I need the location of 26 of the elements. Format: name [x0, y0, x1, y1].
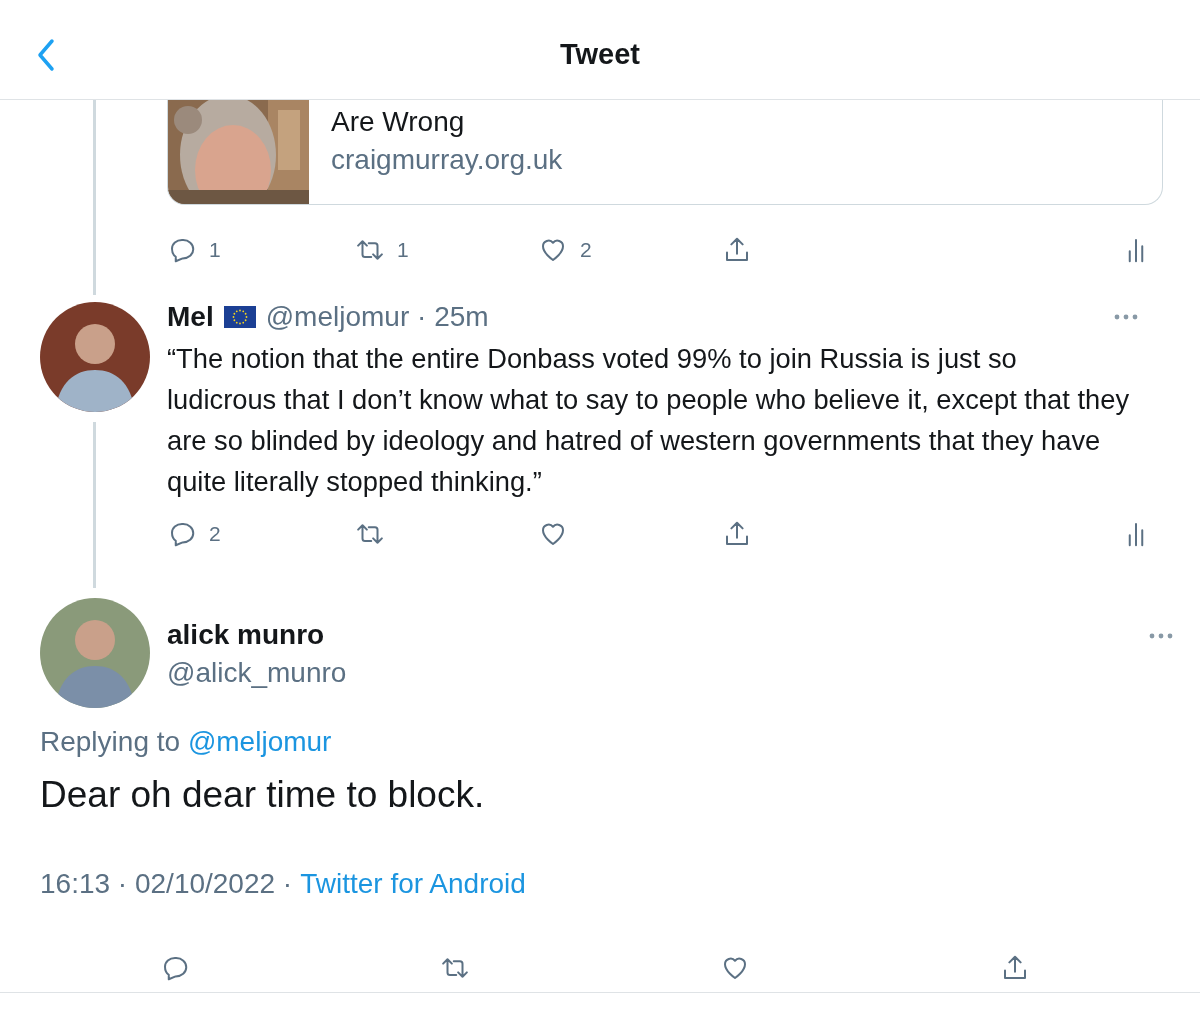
count: 2	[580, 238, 592, 262]
more-icon[interactable]	[1148, 632, 1174, 640]
more-icon[interactable]	[1113, 313, 1139, 321]
retweet-button[interactable]: 1	[355, 235, 538, 265]
user-name: alick munro	[167, 619, 326, 651]
timestamp: 16:13 · 02/10/2022 ·	[40, 868, 293, 900]
source-link[interactable]: Twitter for Android	[300, 868, 526, 900]
tweet-text: Dear oh dear time to block.	[40, 774, 486, 816]
page-title: Tweet	[559, 37, 640, 71]
flag-icon	[223, 306, 256, 328]
link-card[interactable]: Are Wrong craigmurray.org.uk	[167, 100, 1163, 205]
user-handle[interactable]: @meljomur · 25m	[265, 301, 489, 333]
like-button[interactable]: 2	[538, 235, 722, 265]
replying-label: Replying to	[40, 726, 181, 757]
user-handle: @alick_munro	[167, 657, 348, 689]
link-domain: craigmurray.org.uk	[331, 144, 563, 176]
link-title: Are Wrong	[331, 106, 466, 138]
user-name: Mel	[167, 301, 214, 333]
tweet-text: “The notion that the entire Donbass voted 99% to join Russia is just so ludicrous that I don’t know what to say to people who believe it, except that they are so blinded by ideology and hatred of western governments that they have quite literally stopped thinking.”	[167, 342, 1131, 499]
count: 1	[397, 238, 409, 262]
count: 1	[209, 238, 221, 262]
reply-button[interactable]: 2	[167, 519, 355, 549]
mention-link[interactable]: @meljomur	[187, 726, 332, 757]
reply-button[interactable]: 1	[167, 235, 355, 265]
back-icon[interactable]	[36, 38, 56, 72]
count: 2	[209, 522, 221, 546]
